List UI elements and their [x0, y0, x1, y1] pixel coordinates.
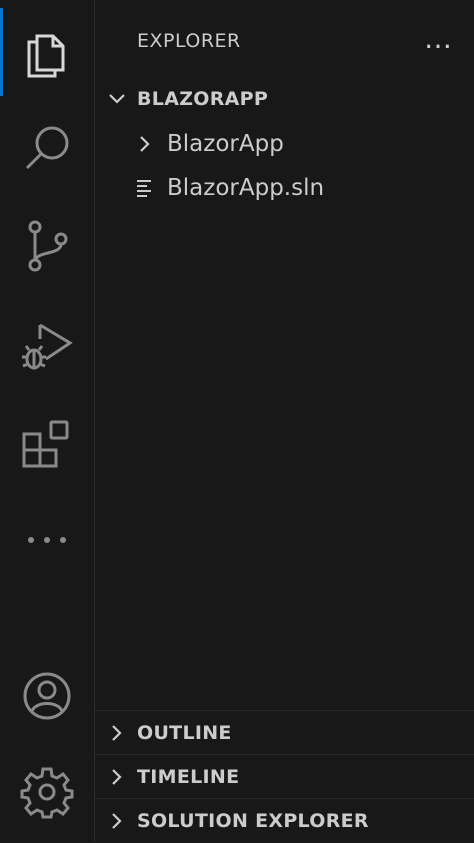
activity-bar [0, 0, 95, 842]
section-title: OUTLINE [137, 722, 232, 744]
sidebar-title: EXPLORER [137, 30, 241, 52]
workspace-folder-header[interactable]: BLAZORAPP [95, 80, 474, 118]
section-title: TIMELINE [137, 766, 240, 788]
tree-item-label: BlazorApp.sln [167, 175, 325, 201]
run-debug-icon[interactable] [0, 306, 94, 386]
chevron-right-icon [140, 136, 150, 152]
chevron-right-icon [112, 813, 122, 829]
file-lines-icon [137, 180, 151, 197]
extensions-icon[interactable] [0, 404, 94, 484]
source-control-icon[interactable] [0, 206, 94, 286]
section-outline[interactable]: OUTLINE [95, 710, 474, 755]
section-solution-explorer[interactable]: SOLUTION EXPLORER [95, 798, 474, 843]
chevron-right-icon [112, 769, 122, 785]
chevron-right-icon [112, 725, 122, 741]
workspace-folder-title: BLAZORAPP [137, 88, 269, 110]
settings-gear-icon[interactable] [0, 752, 94, 832]
section-timeline[interactable]: TIMELINE [95, 754, 474, 799]
explorer-sidebar: EXPLORER … BLAZORAPP BlazorApp BlazorApp… [95, 0, 474, 842]
more-icon[interactable] [0, 500, 94, 580]
tree-item-blazorapp-sln[interactable]: BlazorApp.sln [95, 166, 474, 210]
tree-item-blazorapp-folder[interactable]: BlazorApp [95, 122, 474, 166]
accounts-icon[interactable] [0, 656, 94, 736]
chevron-down-icon [109, 94, 125, 104]
section-title: SOLUTION EXPLORER [137, 810, 369, 832]
tree-item-label: BlazorApp [167, 131, 284, 157]
more-actions-button[interactable]: … [424, 22, 454, 55]
explorer-icon[interactable] [0, 12, 94, 92]
search-icon[interactable] [0, 108, 94, 188]
